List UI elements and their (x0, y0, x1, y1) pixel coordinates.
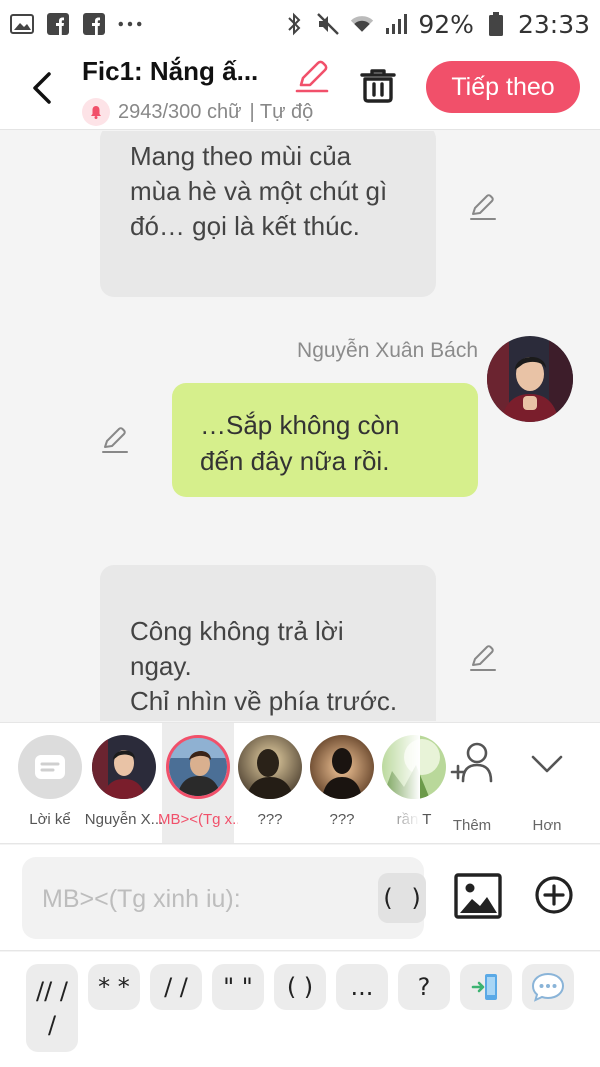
composer: ( ) (0, 845, 600, 951)
wifi-icon (350, 12, 374, 36)
pencil-icon (102, 427, 128, 453)
sender-name: Nguyễn Xuân Bách (297, 339, 478, 362)
message-input[interactable] (42, 879, 352, 919)
next-button[interactable]: Tiếp theo (426, 61, 580, 113)
character-bubble[interactable]: …Sắp không còn đến đây nữa rồi. (172, 383, 478, 497)
battery-icon (484, 12, 508, 36)
avatar (238, 735, 302, 799)
narration-bubble[interactable]: Mang theo mùi của mùa hè và một chút gì … (100, 131, 436, 297)
avatar (310, 735, 374, 799)
character-label: Lời kể (29, 811, 71, 828)
character-label: ??? (329, 811, 355, 828)
symbol-key-question[interactable]: ? (398, 964, 450, 1010)
character-label: ??? (257, 811, 283, 828)
add-attachment-button[interactable] (534, 875, 574, 915)
add-character-button[interactable]: Thêm (442, 737, 502, 837)
save-mode: | Tự độ (249, 100, 314, 123)
clock: 23:33 (517, 9, 590, 39)
symbol-shortcuts: // / / * * / / " " ( ) ... ? (0, 952, 600, 1067)
edit-message-button[interactable] (100, 425, 130, 455)
facebook-icon (82, 12, 106, 36)
image-icon (10, 12, 34, 36)
pencil-icon (470, 645, 496, 671)
battery-percent: 92% (418, 9, 474, 39)
story-title[interactable]: Fic1: Nắng ấ... (82, 56, 258, 87)
trash-icon (360, 69, 396, 103)
narrator-icon (18, 735, 82, 799)
scroll-fade (380, 723, 420, 843)
symbol-key-phone[interactable] (460, 964, 512, 1010)
more-label: Hơn (532, 817, 562, 834)
plus-circle-icon (535, 876, 573, 914)
status-bar: 92% 23:33 (0, 0, 600, 48)
symbol-key-slash-pair[interactable]: / / (150, 964, 202, 1010)
insert-image-button[interactable] (454, 873, 502, 919)
mute-icon (316, 12, 340, 36)
character-unknown-1[interactable]: ??? (234, 723, 306, 843)
image-icon (454, 873, 502, 919)
edit-message-button[interactable] (468, 192, 498, 222)
symbol-key-parentheses[interactable]: ( ) (274, 964, 326, 1010)
narration-bubble[interactable]: Công không trả lời ngay. Chỉ nhìn về phí… (100, 565, 436, 721)
message-text: Mang theo mùi của mùa hè và một chút gì … (130, 141, 388, 241)
message-text: …Sắp không còn đến đây nữa rồi. (200, 410, 400, 476)
avatar[interactable] (487, 336, 573, 422)
chat-icon (531, 972, 565, 1002)
avatar (166, 735, 230, 799)
editor-header: Fic1: Nắng ấ... 2943/300 chữ | Tự độ Tiế… (0, 48, 600, 130)
add-label: Thêm (452, 817, 492, 834)
word-count: 2943/300 chữ (118, 100, 242, 123)
symbol-key-asterisks[interactable]: * * (88, 964, 140, 1010)
more-icon (118, 12, 142, 36)
character-label: MB><(Tg x... (158, 811, 238, 828)
message-input-box[interactable]: ( ) (22, 857, 426, 939)
message-text: Công không trả lời ngay. Chỉ nhìn về phí… (130, 616, 398, 716)
delete-button[interactable] (356, 64, 400, 108)
chevron-down-icon (531, 755, 563, 773)
bluetooth-icon (282, 12, 306, 36)
add-person-icon (450, 742, 493, 783)
back-button[interactable] (20, 66, 64, 110)
parentheses-button[interactable]: ( ) (378, 873, 426, 923)
symbol-key-chat[interactable] (522, 964, 574, 1010)
bell-icon (82, 98, 110, 126)
pencil-icon (295, 60, 329, 93)
edit-title-button[interactable] (294, 58, 330, 94)
chat-area[interactable]: Mang theo mùi của mùa hè và một chút gì … (0, 131, 600, 721)
avatar (92, 735, 156, 799)
character-nguyen[interactable]: Nguyễn X... (85, 723, 163, 843)
character-selector: Lời kể Nguyễn X... MB><(Tg x... ??? ??? … (0, 722, 600, 844)
symbol-key-quotes[interactable]: " " (212, 964, 264, 1010)
symbol-key-slashes[interactable]: // / / (26, 964, 78, 1052)
signal-icon (384, 12, 408, 36)
symbol-key-ellipsis[interactable]: ... (336, 964, 388, 1010)
story-meta: 2943/300 chữ | Tự độ (82, 98, 330, 126)
chevron-left-icon (33, 72, 51, 104)
phone-icon (471, 974, 497, 1000)
character-label: Nguyễn X... (84, 811, 164, 828)
facebook-icon (46, 12, 70, 36)
more-button[interactable]: Hơn (517, 737, 577, 837)
edit-message-button[interactable] (468, 643, 498, 673)
character-mb-selected[interactable]: MB><(Tg x... (158, 723, 238, 843)
character-narrator[interactable]: Lời kể (14, 723, 86, 843)
character-unknown-2[interactable]: ??? (306, 723, 378, 843)
pencil-icon (470, 194, 496, 220)
